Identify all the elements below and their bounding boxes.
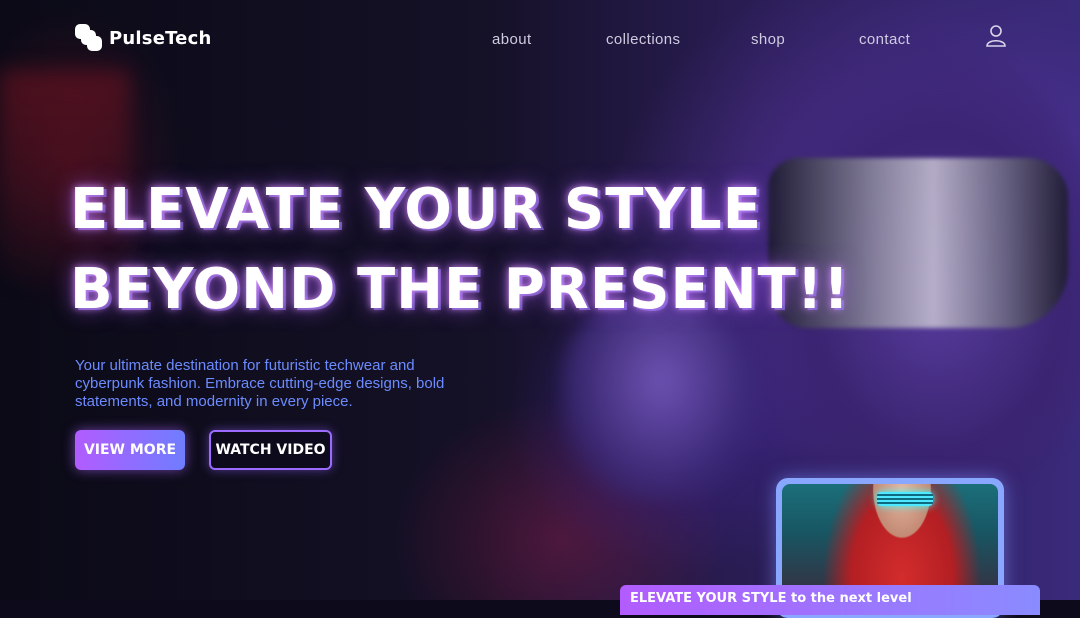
view-more-button[interactable]: VIEW MORE	[75, 430, 185, 470]
hero-title-line2: BEYOND THE PRESENT!!	[70, 257, 850, 322]
brand-logo[interactable]: PulseTech	[75, 24, 211, 52]
hero-model-hand	[560, 300, 760, 500]
nav-link-collections[interactable]: collections	[606, 31, 680, 48]
promo-banner: ELEVATE YOUR STYLE to the next level	[620, 585, 1040, 615]
watch-video-button[interactable]: WATCH VIDEO	[209, 430, 332, 470]
nav-link-shop[interactable]: shop	[751, 31, 785, 48]
nav-link-about[interactable]: about	[492, 31, 532, 48]
brand-name: PulseTech	[109, 27, 212, 49]
logo-icon	[75, 24, 103, 52]
user-icon[interactable]	[985, 24, 1007, 48]
hero-title-line1: ELEVATE YOUR STYLE	[70, 177, 762, 242]
hero-title: ELEVATE YOUR STYLE BEYOND THE PRESENT!!	[70, 170, 850, 330]
hero-subtitle: Your ultimate destination for futuristic…	[75, 357, 445, 410]
led-glasses	[877, 492, 933, 506]
nav-link-contact[interactable]: contact	[859, 31, 910, 48]
scrolling-marquee	[0, 585, 620, 615]
top-navigation: PulseTech about collections shop contact	[0, 0, 1080, 80]
